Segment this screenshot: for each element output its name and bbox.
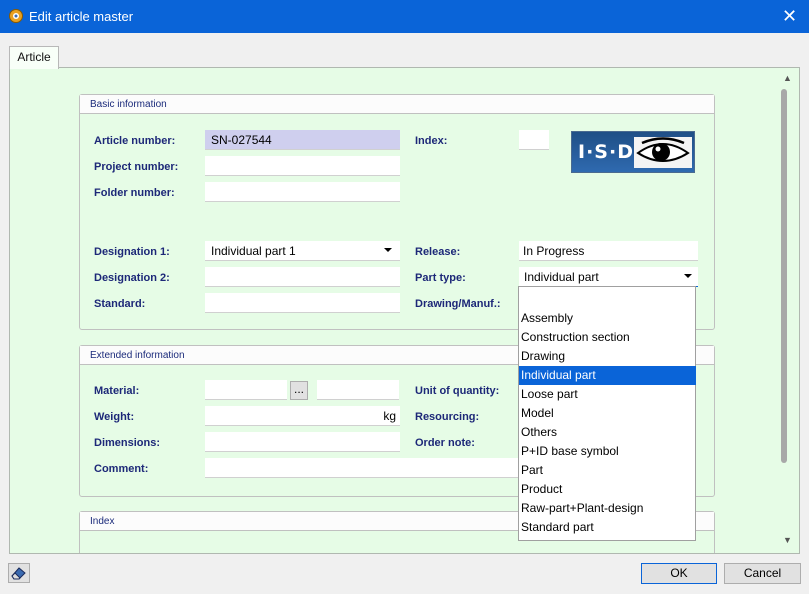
order-note-label: Order note: xyxy=(415,437,475,449)
weight-field[interactable]: kg xyxy=(205,406,400,426)
gear-icon xyxy=(9,9,23,23)
dropdown-option[interactable]: Product xyxy=(519,480,696,499)
cancel-button[interactable]: Cancel xyxy=(724,563,801,584)
dimensions-field[interactable] xyxy=(205,432,400,452)
designation1-value: Individual part 1 xyxy=(211,244,296,258)
article-number-field[interactable]: SN-027544 xyxy=(205,130,400,150)
chevron-down-icon xyxy=(684,274,692,278)
comment-label: Comment: xyxy=(94,463,149,475)
dropdown-option[interactable]: Standard part xyxy=(519,518,696,537)
material-description-field[interactable] xyxy=(317,380,399,400)
scroll-down-arrow-icon[interactable]: ▼ xyxy=(778,533,797,547)
dropdown-option[interactable]: Part xyxy=(519,461,696,480)
standard-label: Standard: xyxy=(94,298,146,310)
dropdown-option[interactable]: P+ID base symbol xyxy=(519,442,696,461)
article-number-label: Article number: xyxy=(94,135,176,147)
material-label: Material: xyxy=(94,385,140,397)
project-number-field[interactable] xyxy=(205,156,400,176)
unit-of-quantity-label: Unit of quantity: xyxy=(415,385,500,397)
part-type-select[interactable]: Individual part xyxy=(519,267,698,287)
dropdown-option[interactable]: Model xyxy=(519,404,696,423)
window-title: Edit article master xyxy=(29,9,134,24)
logo-text: I·S·D xyxy=(578,141,634,163)
dropdown-option[interactable]: Drawing xyxy=(519,347,696,366)
designation1-select[interactable]: Individual part 1 xyxy=(205,241,400,261)
eraser-icon xyxy=(11,567,26,580)
part-type-label: Part type: xyxy=(415,272,466,284)
comment-field[interactable] xyxy=(205,458,535,478)
material-field[interactable] xyxy=(205,380,287,400)
chevron-down-icon xyxy=(384,248,392,252)
dropdown-option[interactable]: Others xyxy=(519,423,696,442)
designation2-field[interactable] xyxy=(205,267,400,287)
dropdown-option[interactable]: Construction section xyxy=(519,328,696,347)
group-title: Basic information xyxy=(90,99,167,110)
group-header: Basic information xyxy=(80,95,714,114)
scroll-up-arrow-icon[interactable]: ▲ xyxy=(778,71,797,85)
ok-button[interactable]: OK xyxy=(641,563,717,584)
tab-article[interactable]: Article xyxy=(9,46,59,69)
part-type-value: Individual part xyxy=(524,270,599,284)
weight-unit: kg xyxy=(383,409,396,423)
index-label: Index: xyxy=(415,135,448,147)
dropdown-option[interactable]: Raw-part+Plant-design xyxy=(519,499,696,518)
folder-number-field[interactable] xyxy=(205,182,400,202)
resourcing-label: Resourcing: xyxy=(415,411,480,423)
group-title: Extended information xyxy=(90,350,185,361)
eraser-button[interactable] xyxy=(8,563,30,583)
project-number-label: Project number: xyxy=(94,161,179,173)
eye-icon xyxy=(634,137,692,168)
drawing-manuf-label: Drawing/Manuf.: xyxy=(415,298,501,310)
part-type-dropdown-list[interactable]: Assembly Construction section Drawing In… xyxy=(518,286,696,541)
dropdown-option[interactable]: Loose part xyxy=(519,385,696,404)
release-field[interactable]: In Progress xyxy=(519,241,698,261)
designation1-label: Designation 1: xyxy=(94,246,170,258)
folder-number-label: Folder number: xyxy=(94,187,175,199)
close-button[interactable]: ✕ xyxy=(770,0,809,33)
material-browse-button[interactable]: ... xyxy=(290,381,308,400)
standard-field[interactable] xyxy=(205,293,400,313)
dropdown-option-selected[interactable]: Individual part xyxy=(519,366,696,385)
group-title: Index xyxy=(90,516,115,527)
title-bar: Edit article master ✕ xyxy=(0,0,809,33)
article-number-value: SN-027544 xyxy=(211,133,272,147)
isd-logo: I·S·D xyxy=(571,131,695,173)
weight-label: Weight: xyxy=(94,411,135,423)
release-label: Release: xyxy=(415,246,461,258)
dimensions-label: Dimensions: xyxy=(94,437,161,449)
close-icon: ✕ xyxy=(781,6,798,26)
designation2-label: Designation 2: xyxy=(94,272,170,284)
index-field[interactable] xyxy=(519,130,549,150)
dropdown-option[interactable]: Assembly xyxy=(519,309,696,328)
scrollbar-thumb[interactable] xyxy=(781,89,787,463)
release-value: In Progress xyxy=(523,244,585,258)
